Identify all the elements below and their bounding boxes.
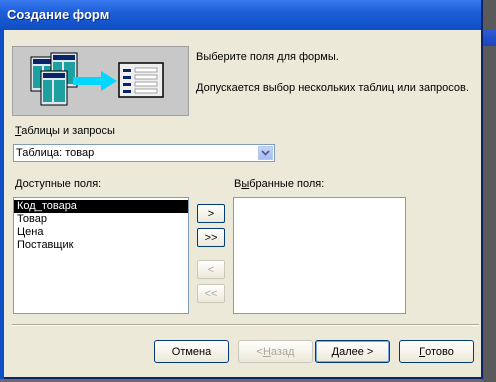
next-button[interactable]: Далее > — [315, 340, 390, 363]
divider — [12, 324, 479, 326]
back-label-key: Н — [262, 345, 271, 358]
cancel-button[interactable]: Отмена — [154, 340, 229, 363]
title-bar[interactable]: Создание форм — [0, 0, 481, 30]
selected-fields-label: Выбранные поля: — [234, 178, 324, 190]
remove-all-fields-button[interactable]: << — [197, 284, 225, 303]
window-title: Создание форм — [7, 7, 110, 22]
background-desktop — [483, 0, 496, 382]
list-item[interactable]: Товар — [14, 213, 188, 226]
tables-label: Таблицы и запросы — [15, 125, 115, 137]
add-all-fields-button[interactable]: >> — [197, 228, 225, 247]
window-frame — [0, 30, 4, 379]
chevron-down-icon[interactable] — [258, 146, 273, 160]
wizard-illustration — [12, 46, 189, 116]
intro-line-2: Допускается выбор нескольких таблиц или … — [196, 82, 469, 94]
add-field-button[interactable]: > — [197, 204, 225, 223]
list-item[interactable]: Код_товара — [14, 200, 188, 213]
finish-button[interactable]: Готово — [399, 340, 474, 363]
intro-line-1: Выберите поля для формы. — [196, 51, 339, 63]
next-label-key: Д — [331, 345, 340, 358]
tables-select[interactable]: Таблица: товар — [13, 144, 275, 162]
remove-field-button[interactable]: < — [197, 260, 225, 279]
chosen-label-rest: бранные поля: — [249, 178, 325, 190]
finish-label-rest: отово — [425, 345, 454, 358]
available-fields-list[interactable]: Код_товара Товар Цена Поставщик — [13, 197, 189, 314]
tables-label-rest: аблицы и запросы — [21, 125, 115, 137]
next-label-rest: алее > — [339, 345, 374, 358]
background-window-titlebar — [483, 30, 496, 46]
back-button[interactable]: < Назад — [238, 340, 313, 363]
available-label-rest: оступные поля: — [22, 178, 102, 190]
available-fields-label: Доступные поля: — [15, 178, 101, 190]
selected-fields-list[interactable] — [233, 197, 406, 314]
list-item[interactable]: Цена — [14, 226, 188, 239]
available-label-key: Д — [15, 178, 23, 190]
tables-select-value: Таблица: товар — [16, 147, 95, 159]
list-item[interactable]: Поставщик — [14, 239, 188, 252]
back-label-rest: азад — [270, 345, 295, 358]
form-wizard-dialog: Создание форм Выберите поля для формы. Д… — [0, 0, 483, 379]
